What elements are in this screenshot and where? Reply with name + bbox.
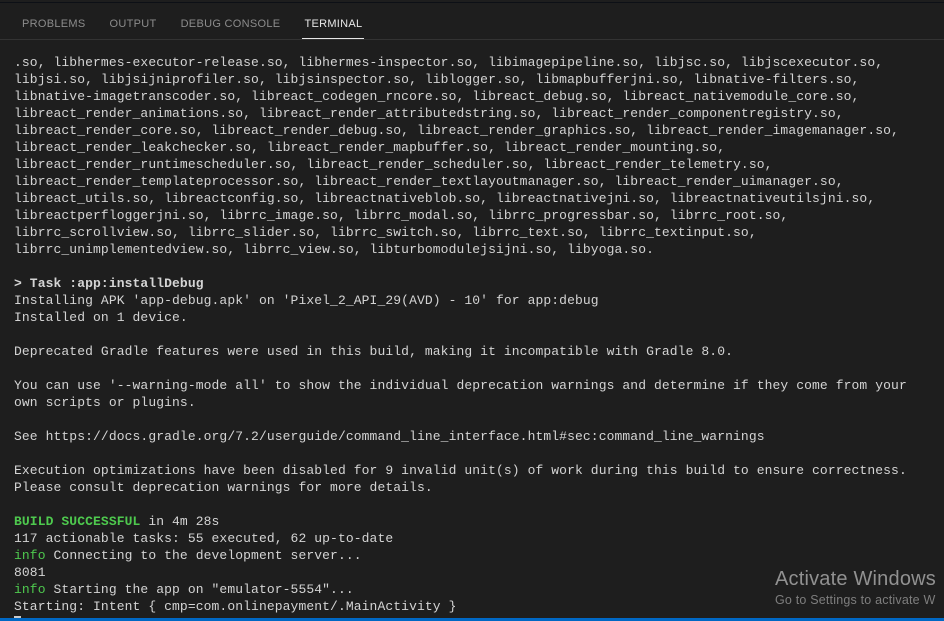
log-build-time: in 4m 28s	[140, 514, 219, 529]
log-task-header: > Task :app:installDebug	[14, 276, 204, 291]
log-info-prefix-1: info	[14, 548, 46, 563]
tab-problems[interactable]: PROBLEMS	[10, 10, 98, 38]
panel-tabs: PROBLEMS OUTPUT DEBUG CONSOLE TERMINAL	[0, 8, 944, 40]
log-warning-mode: You can use '--warning-mode all' to show…	[14, 378, 915, 410]
tab-debug-console[interactable]: DEBUG CONSOLE	[169, 10, 293, 38]
log-build-success: BUILD SUCCESSFUL	[14, 514, 140, 529]
log-please-consult: Please consult deprecation warnings for …	[14, 480, 433, 495]
log-info-connect: Connecting to the development server...	[46, 548, 362, 563]
log-deprecated: Deprecated Gradle features were used in …	[14, 344, 733, 359]
tab-terminal[interactable]: TERMINAL	[292, 10, 374, 38]
log-see-url: See https://docs.gradle.org/7.2/userguid…	[14, 429, 765, 444]
log-info-start: Starting the app on "emulator-5554"...	[46, 582, 354, 597]
log-info-prefix-2: info	[14, 582, 46, 597]
log-shared-libs: .so, libhermes-executor-release.so, libh…	[14, 55, 907, 257]
tab-output[interactable]: OUTPUT	[98, 10, 169, 38]
terminal-output[interactable]: .so, libhermes-executor-release.so, libh…	[0, 40, 944, 617]
log-tasks: 117 actionable tasks: 55 executed, 62 up…	[14, 531, 393, 546]
log-exec-opt: Execution optimizations have been disabl…	[14, 463, 907, 478]
log-install-apk: Installing APK 'app-debug.apk' on 'Pixel…	[14, 293, 599, 308]
log-installed: Installed on 1 device.	[14, 310, 188, 325]
log-starting-intent: Starting: Intent { cmp=com.onlinepayment…	[14, 599, 456, 614]
log-port: 8081	[14, 565, 46, 580]
